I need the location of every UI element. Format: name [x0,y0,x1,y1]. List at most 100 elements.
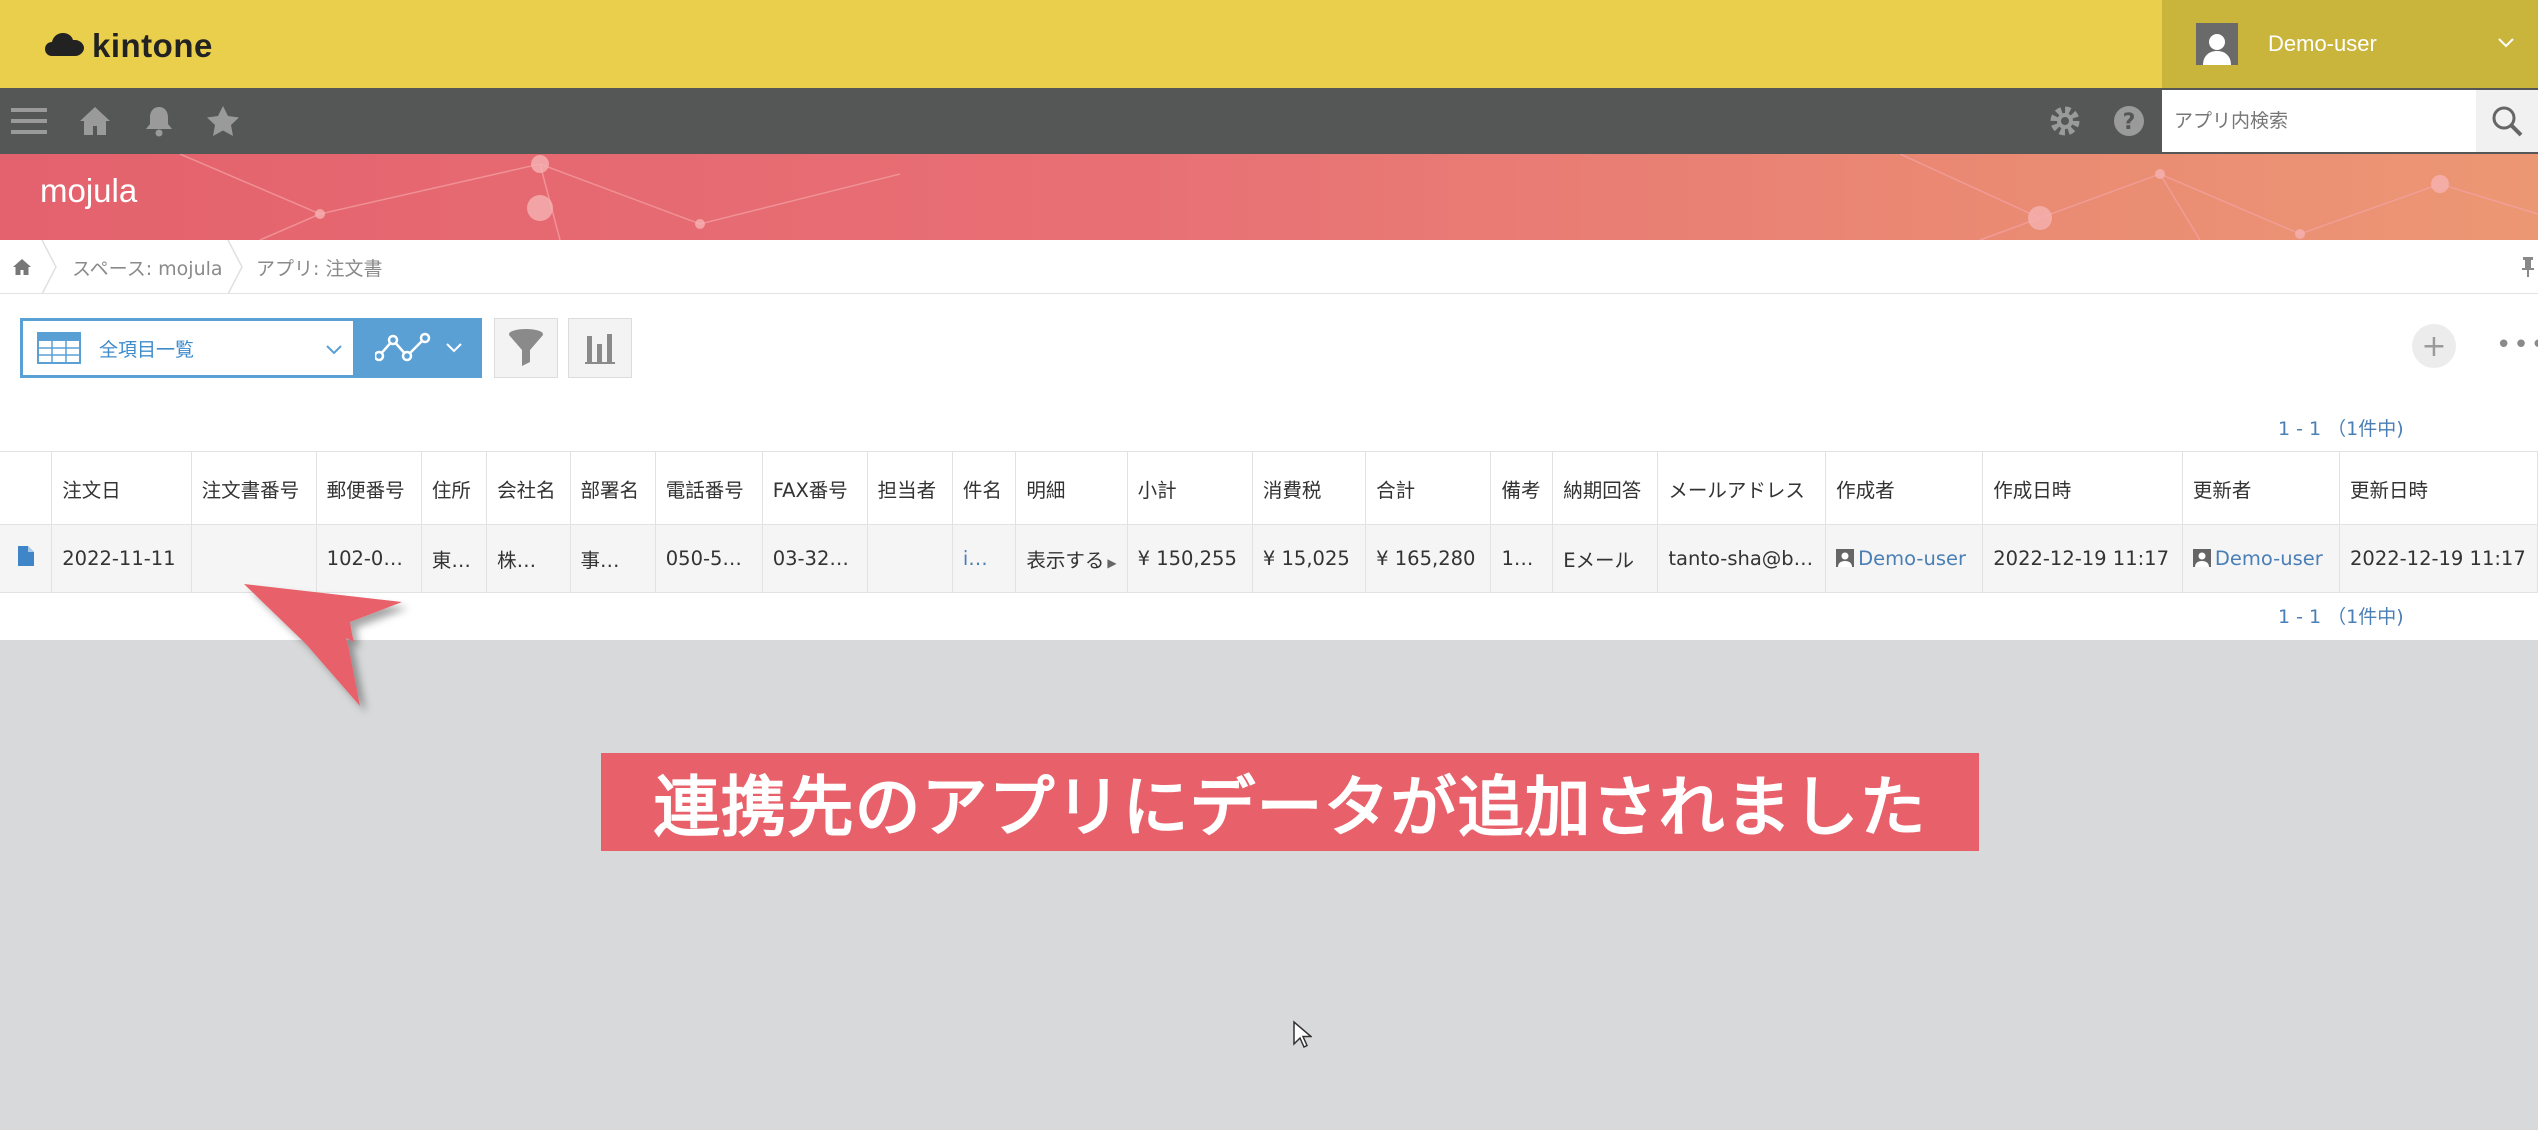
table-header-row: 注文日 注文書番号 郵便番号 住所 会社名 部署名 電話番号 FAX番号 担当者… [0,451,2538,525]
bell-icon[interactable] [140,102,178,140]
record-table: 注文日 注文書番号 郵便番号 住所 会社名 部署名 電話番号 FAX番号 担当者… [0,451,2538,593]
global-nav: ? [0,88,2538,154]
updater-cell[interactable]: Demo-user [2182,524,2341,593]
table-cell-link[interactable]: i… [952,524,1017,593]
view-selector-label: 全項目一覧 [99,338,195,361]
table-cell: 2022-12-19 11:17 [2339,524,2538,593]
top-header: kintone Demo-user [0,0,2538,88]
user-menu[interactable]: Demo-user [2162,0,2538,88]
kintone-logo[interactable]: kintone [44,24,213,68]
column-header[interactable]: 小計 [1127,451,1253,525]
space-title: mojula [40,172,138,209]
column-header[interactable]: 作成者 [1825,451,1984,525]
breadcrumb-app[interactable]: アプリ: 注文書 [256,254,382,281]
table-cell: Eメール [1552,524,1659,593]
caption-text: 連携先のアプリにデータが追加されました [653,769,1927,846]
creator-link[interactable]: Demo-user [1858,547,1966,570]
cloud-logo-icon [45,33,84,56]
table-cell: ¥ 150,255 [1127,524,1253,593]
column-header[interactable]: 更新日時 [2339,451,2538,525]
breadcrumb-space[interactable]: スペース: mojula [72,254,223,281]
graph-selector-button[interactable] [356,318,482,378]
column-header[interactable]: 備考 [1490,451,1554,525]
star-icon[interactable] [204,102,242,140]
table-cell: 事… [570,524,656,593]
home-icon[interactable] [76,102,114,140]
breadcrumb-separator [41,240,57,294]
table-cell: ¥ 15,025 [1252,524,1367,593]
search-icon [2492,106,2523,137]
menu-icon[interactable] [10,102,48,140]
table-cell: tanto-sha@b… [1657,524,1827,593]
table-cell: 050-5… [655,524,763,593]
breadcrumb-separator [227,240,243,294]
column-header[interactable]: 更新者 [2182,451,2341,525]
home-icon[interactable] [12,258,32,276]
pager-top[interactable]: 1 - 1 （1件中) [2278,414,2404,441]
svg-text:?: ? [2123,110,2136,135]
chevron-down-icon [2498,38,2514,48]
column-header[interactable]: 注文日 [51,451,192,525]
column-header[interactable]: 合計 [1365,451,1492,525]
table-cell: 1… [1490,524,1554,593]
graph-icon [375,332,431,362]
table-cell: 2022-11-11 [51,524,192,593]
mouse-cursor-icon [1293,1020,1312,1049]
app-search-input[interactable] [2162,90,2476,152]
pager-bottom[interactable]: 1 - 1 （1件中) [2278,602,2404,629]
column-header[interactable]: 住所 [421,451,488,525]
plus-icon: + [2421,328,2447,364]
column-header[interactable]: 担当者 [867,451,953,525]
caption-banner: 連携先のアプリにデータが追加されました [601,753,1979,851]
table-cell: 東… [421,524,488,593]
chevron-down-icon [446,343,462,353]
gear-icon[interactable] [2046,102,2084,140]
space-banner: mojula [0,154,2538,240]
chart-bar-icon [585,334,615,364]
logo-text: kintone [92,27,213,64]
record-icon[interactable] [17,545,35,567]
detail-toggle-label: 表示する [1026,549,1105,572]
filter-button[interactable] [494,318,558,378]
column-header[interactable]: 電話番号 [655,451,763,525]
chevron-down-icon [326,345,342,355]
view-selector[interactable]: 全項目一覧 [20,318,356,378]
column-header[interactable]: 会社名 [486,451,571,525]
column-header[interactable]: 件名 [952,451,1017,525]
add-record-button[interactable]: + [2412,324,2456,368]
user-icon [1836,549,1855,567]
pin-icon[interactable] [2522,256,2534,278]
caret-right-icon: ▶ [1107,556,1117,570]
table-header-icon-column [0,451,53,525]
table-cell: 03-32… [762,524,868,593]
column-header[interactable]: FAX番号 [762,451,868,525]
column-header[interactable]: 作成日時 [1982,451,2183,525]
breadcrumb: スペース: mojula アプリ: 注文書 [0,240,2538,294]
column-header[interactable]: メールアドレス [1657,451,1827,525]
search-button[interactable] [2476,90,2538,152]
user-avatar-icon [2196,23,2238,65]
pointer-arrow-icon [244,584,402,706]
more-options-icon[interactable]: ••• [2496,330,2538,360]
column-header[interactable]: 注文書番号 [191,451,317,525]
updater-link[interactable]: Demo-user [2215,547,2323,570]
user-icon [2192,549,2211,567]
filter-icon [509,329,543,366]
help-icon[interactable]: ? [2110,102,2148,140]
creator-cell[interactable]: Demo-user [1825,524,1984,593]
column-header[interactable]: 明細 [1015,451,1128,525]
table-cell: ¥ 165,280 [1365,524,1492,593]
column-header[interactable]: 部署名 [570,451,656,525]
column-header[interactable]: 郵便番号 [316,451,422,525]
chart-button[interactable] [568,318,632,378]
record-detail-cell[interactable] [0,524,53,593]
table-view-icon [37,332,81,364]
table-cell: 株… [486,524,571,593]
banner-pattern [179,154,2538,240]
column-header[interactable]: 消費税 [1252,451,1367,525]
column-header[interactable]: 納期回答 [1552,451,1659,525]
table-cell: 2022-12-19 11:17 [1982,524,2183,593]
detail-toggle[interactable]: 表示する ▶ [1015,524,1128,593]
table-cell [867,524,953,593]
user-name: Demo-user [2268,31,2377,56]
